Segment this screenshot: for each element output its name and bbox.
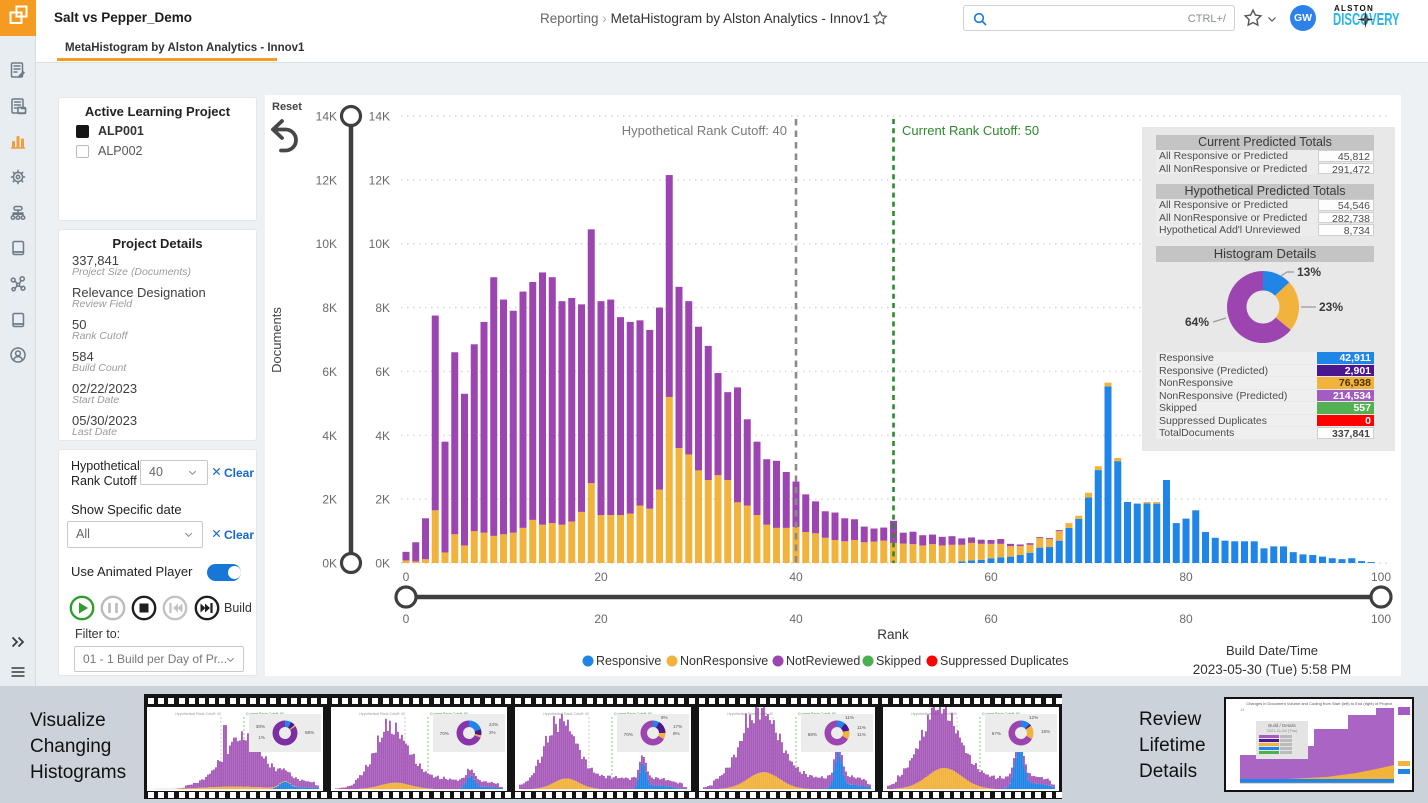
svg-text:2%: 2% [489, 730, 496, 735]
svg-text:10K: 10K [316, 237, 337, 251]
svg-text:14K: 14K [316, 110, 337, 124]
svg-text:Rank: Rank [877, 627, 909, 642]
svg-text:70%: 70% [624, 732, 633, 737]
svg-text:12K: 12K [369, 173, 390, 187]
svg-text:6K: 6K [375, 365, 390, 379]
svg-text:NonResponsive: NonResponsive [680, 654, 768, 668]
svg-text:4K: 4K [375, 429, 390, 443]
svg-text:80: 80 [1179, 570, 1193, 584]
svg-text:0K: 0K [375, 557, 390, 571]
svg-text:64%: 64% [1185, 315, 1209, 329]
svg-text:12K: 12K [316, 173, 337, 187]
svg-text:12%: 12% [1029, 715, 1038, 720]
svg-text:Current Rank Cutoff: 50: Current Rank Cutoff: 50 [902, 123, 1039, 138]
svg-text:24%: 24% [489, 722, 498, 727]
svg-text:14K: 14K [369, 110, 390, 124]
svg-text:8%: 8% [673, 731, 680, 736]
svg-text:2K: 2K [375, 493, 390, 507]
svg-text:60: 60 [984, 612, 998, 626]
svg-text:Skipped: Skipped [876, 654, 921, 668]
svg-text:8%: 8% [661, 715, 668, 720]
svg-text:4K: 4K [322, 429, 337, 443]
svg-text:0: 0 [403, 612, 410, 626]
svg-text:Hypothetical Rank Cutoff: 40: Hypothetical Rank Cutoff: 40 [175, 712, 221, 716]
svg-text:Reset: Reset [272, 101, 302, 113]
svg-text:10K: 10K [369, 237, 390, 251]
svg-text:11%: 11% [857, 725, 866, 730]
svg-text:Hypothetical Rank Cutoff: 40: Hypothetical Rank Cutoff: 40 [359, 712, 405, 716]
svg-text:38%: 38% [256, 724, 265, 729]
svg-text:20: 20 [594, 612, 608, 626]
svg-text:14: 14 [1240, 707, 1245, 712]
svg-text:Changes in Document Volume and: Changes in Document Volume and Coding fr… [1246, 701, 1393, 706]
svg-text:18%: 18% [1041, 729, 1050, 734]
svg-text:40: 40 [789, 612, 803, 626]
svg-text:Documents: Documents [269, 307, 284, 373]
svg-text:20: 20 [594, 570, 608, 584]
svg-text:100: 100 [1371, 570, 1391, 584]
svg-text:8K: 8K [322, 301, 337, 315]
svg-text:11%: 11% [845, 715, 854, 720]
svg-text:0: 0 [403, 570, 410, 584]
svg-text:8K: 8K [375, 301, 390, 315]
svg-text:2K: 2K [322, 493, 337, 507]
svg-text:0K: 0K [322, 557, 337, 571]
svg-text:2023-05-30 (Tue) 5:58 PM: 2023-05-30 (Tue) 5:58 PM [1193, 662, 1352, 676]
svg-text:Responsive: Responsive [596, 654, 661, 668]
svg-text:58%: 58% [305, 730, 314, 735]
svg-text:60: 60 [984, 570, 998, 584]
svg-text:1%: 1% [258, 735, 265, 740]
svg-text:2021-11-04 (Thu): 2021-11-04 (Thu) [1267, 728, 1299, 733]
svg-text:80: 80 [1179, 612, 1193, 626]
svg-text:17%: 17% [673, 724, 682, 729]
svg-text:Hypothetical Rank Cutoff: 40: Hypothetical Rank Cutoff: 40 [622, 123, 787, 138]
svg-text:68%: 68% [808, 732, 817, 737]
svg-text:67%: 67% [992, 731, 1001, 736]
svg-text:13%: 13% [1297, 265, 1321, 279]
svg-text:6K: 6K [322, 365, 337, 379]
svg-text:23%: 23% [1319, 300, 1343, 314]
svg-text:11%: 11% [857, 732, 866, 737]
svg-text:100: 100 [1371, 612, 1391, 626]
svg-text:Suppressed Duplicates: Suppressed Duplicates [940, 654, 1069, 668]
svg-text:Build Date/Time: Build Date/Time [1226, 643, 1318, 658]
svg-text:NotReviewed: NotReviewed [786, 654, 860, 668]
svg-text:Hypothetical Rank Cutoff: 40: Hypothetical Rank Cutoff: 40 [543, 712, 589, 716]
svg-text:40: 40 [789, 570, 803, 584]
svg-text:70%: 70% [440, 731, 449, 736]
